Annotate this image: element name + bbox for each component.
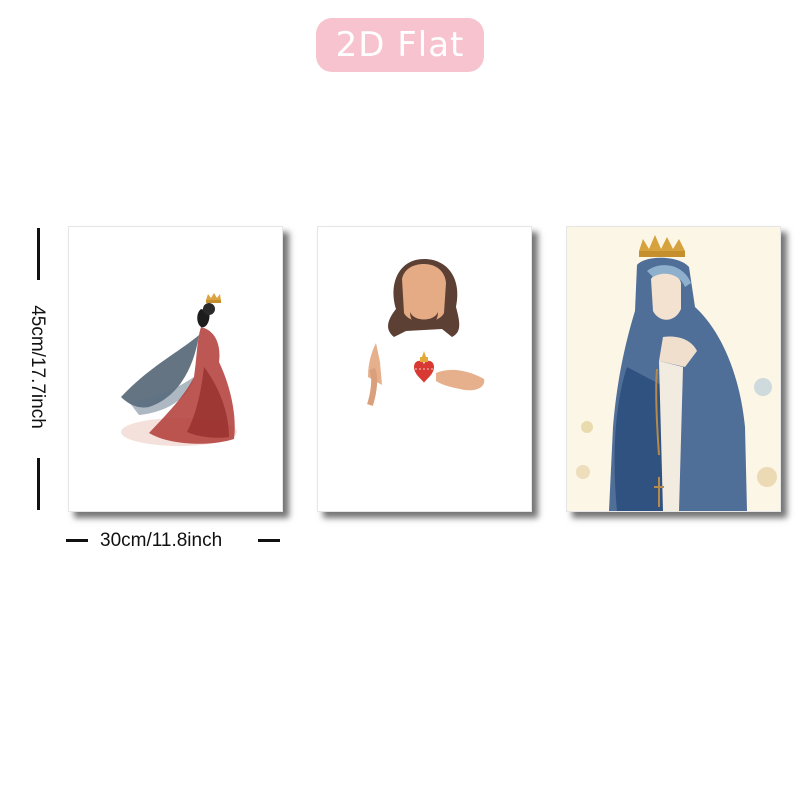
height-label: 45cm/17.7inch: [27, 305, 48, 429]
art-panel-sacred-heart: [317, 226, 532, 512]
virgin-mary-illustration: [576, 235, 777, 511]
style-badge: 2D Flat: [316, 18, 484, 72]
height-line-top: [37, 228, 40, 280]
width-line-left: [66, 539, 88, 542]
height-line-bottom: [37, 458, 40, 510]
width-label: 30cm/11.8inch: [100, 530, 223, 551]
art-panel-queen: [68, 226, 283, 512]
width-line-right: [258, 539, 280, 542]
art-panel-virgin-mary: [566, 226, 781, 512]
sacred-heart-illustration: [367, 259, 485, 406]
queen-illustration: [121, 293, 237, 446]
